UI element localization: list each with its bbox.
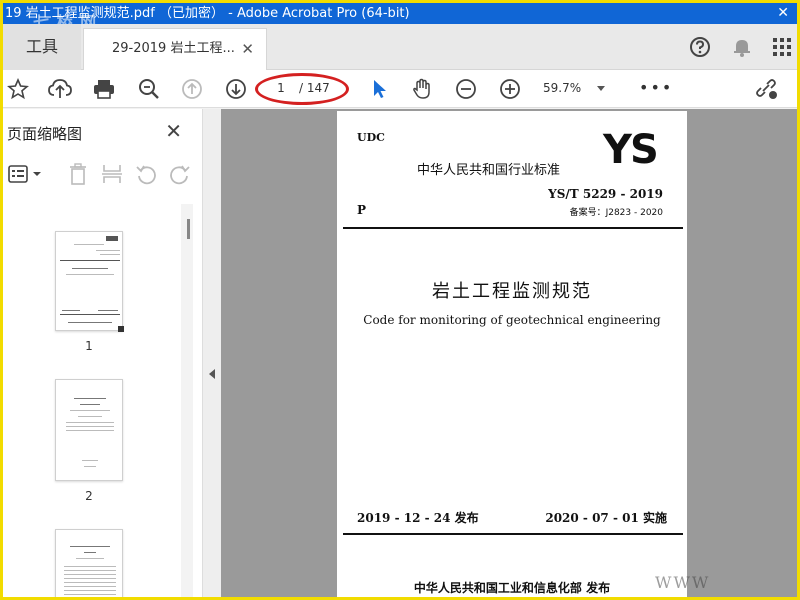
more-tools-icon[interactable]: ••• (639, 78, 673, 97)
thumbnail-label-1: 1 (85, 339, 93, 353)
standard-category: 中华人民共和国行业标准 (417, 163, 561, 178)
issue-date: 2019 - 12 - 24 发布 (357, 511, 479, 525)
panel-collapse-strip[interactable] (203, 109, 221, 597)
tab-document-label: 29-2019 岩土工程... (112, 41, 235, 56)
thumbnail-label-2: 2 (85, 489, 93, 503)
zoom-in-icon[interactable] (495, 74, 525, 104)
red-highlight-ellipse (255, 73, 349, 105)
document-viewer[interactable]: UDC YS 中华人民共和国行业标准 YS/T 5229 - 2019 P 备案… (221, 109, 797, 597)
rotate-cw-icon[interactable] (167, 161, 193, 187)
print-icon[interactable] (89, 74, 119, 104)
toolbar: 1 / 147 59.7% ••• (3, 70, 797, 108)
scrollbar-thumb[interactable] (187, 219, 190, 239)
help-icon[interactable] (685, 32, 715, 62)
panel-toolbar (3, 157, 203, 191)
tab-bar: 工具 29-2019 岩土工程... ✕ (3, 24, 797, 70)
cloud-upload-icon[interactable] (45, 74, 75, 104)
share-link-icon[interactable] (751, 74, 781, 104)
zoom-dropdown-chevron-icon[interactable] (597, 86, 605, 91)
tab-close-button[interactable]: ✕ (241, 29, 254, 69)
zoom-level[interactable]: 59.7% (543, 81, 581, 95)
hand-tool-icon[interactable] (407, 74, 437, 104)
panel-close-button[interactable]: ✕ (165, 119, 182, 143)
standard-number: YS/T 5229 - 2019 (548, 187, 663, 201)
options-menu-icon[interactable] (5, 161, 45, 187)
window-close-button[interactable]: ✕ (777, 3, 789, 24)
document-title-en: Code for monitoring of geotechnical engi… (363, 313, 661, 327)
bottom-watermark: WWW (655, 573, 711, 592)
publisher: 中华人民共和国工业和信息化部 发布 (413, 581, 611, 595)
tab-tools[interactable]: 工具 (3, 24, 81, 70)
thumbnail-scrollbar[interactable] (181, 204, 193, 597)
select-cursor-icon[interactable] (365, 74, 395, 104)
page-thumbnail-2[interactable] (55, 379, 123, 481)
title-bar: 19 岩土工程监测规范.pdf （已加密） - Adobe Acrobat Pr… (3, 3, 797, 24)
document-title-cn: 岩土工程监测规范 (432, 281, 592, 302)
zoom-out-icon[interactable] (451, 74, 481, 104)
pdf-page: UDC YS 中华人民共和国行业标准 YS/T 5229 - 2019 P 备案… (337, 111, 687, 597)
previous-page-icon[interactable] (177, 74, 207, 104)
panel-title: 页面缩略图 (7, 125, 83, 143)
implement-date: 2020 - 07 - 01 实施 (545, 511, 667, 525)
tab-document[interactable]: 29-2019 岩土工程... ✕ (83, 28, 267, 70)
rotate-ccw-icon[interactable] (133, 161, 159, 187)
bookmark-star-icon[interactable] (3, 74, 33, 104)
apps-grid-icon[interactable] (767, 32, 797, 62)
classification-letter: P (357, 203, 367, 217)
footer-rule (343, 533, 683, 535)
ys-logo: YS (603, 127, 659, 173)
record-number: 备案号：J2823 - 2020 (569, 208, 663, 218)
delete-page-icon[interactable] (65, 161, 91, 187)
zoom-search-icon[interactable] (134, 74, 164, 104)
app-window: 19 岩土工程监测规范.pdf （已加密） - Adobe Acrobat Pr… (0, 0, 800, 600)
page-thumbnail-3[interactable] (55, 529, 123, 597)
udc-label: UDC (357, 131, 385, 144)
collapse-arrow-icon[interactable] (209, 369, 215, 379)
next-page-icon[interactable] (221, 74, 251, 104)
bell-icon[interactable] (727, 32, 757, 62)
header-rule (343, 227, 683, 229)
page-thumbnail-1[interactable] (55, 231, 124, 332)
extract-page-icon[interactable] (99, 161, 125, 187)
thumbnails-panel: 页面缩略图 ✕ 1 2 (3, 109, 203, 597)
